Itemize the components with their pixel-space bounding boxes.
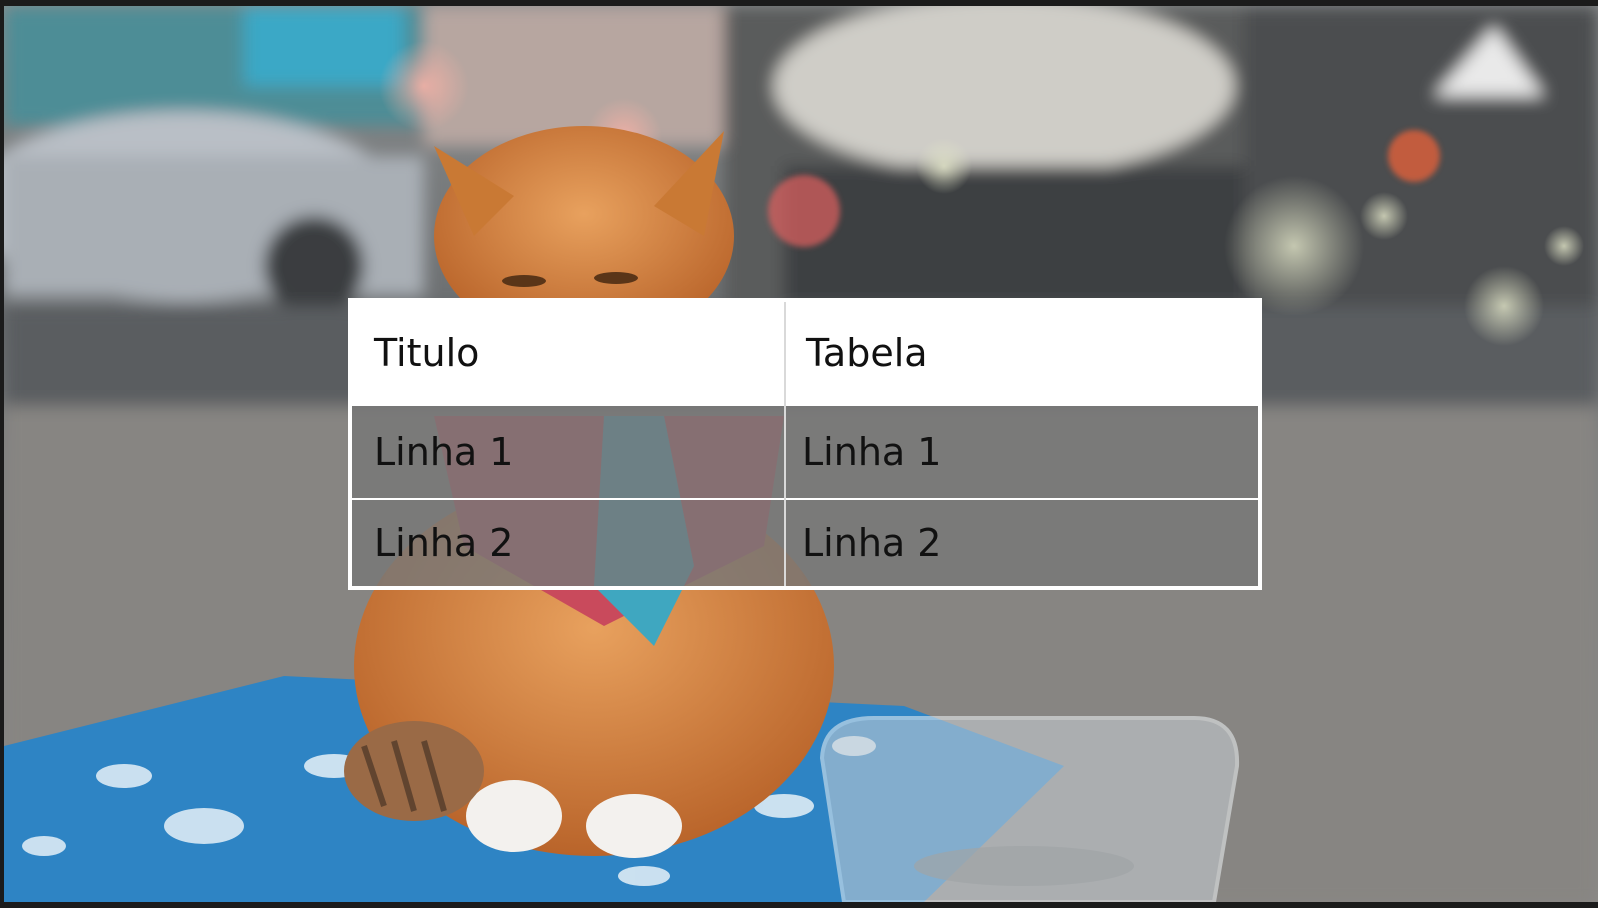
table-row: Linha 2 Linha 2 xyxy=(352,500,1258,586)
table-cell[interactable]: Linha 2 xyxy=(352,500,784,586)
table-header-cell[interactable]: Titulo xyxy=(352,302,784,404)
slide-canvas: Titulo Tabela Linha 1 Linha 1 Linha 2 Li… xyxy=(4,6,1598,902)
table-header-row: Titulo Tabela xyxy=(352,302,1258,404)
table-header-cell[interactable]: Tabela xyxy=(784,302,1258,404)
table-row: Linha 1 Linha 1 xyxy=(352,406,1258,498)
column-divider xyxy=(784,302,786,586)
data-table: Titulo Tabela Linha 1 Linha 1 Linha 2 Li… xyxy=(348,298,1262,590)
table-cell[interactable]: Linha 1 xyxy=(784,406,1258,498)
table-cell[interactable]: Linha 1 xyxy=(352,406,784,498)
table-cell[interactable]: Linha 2 xyxy=(784,500,1258,586)
